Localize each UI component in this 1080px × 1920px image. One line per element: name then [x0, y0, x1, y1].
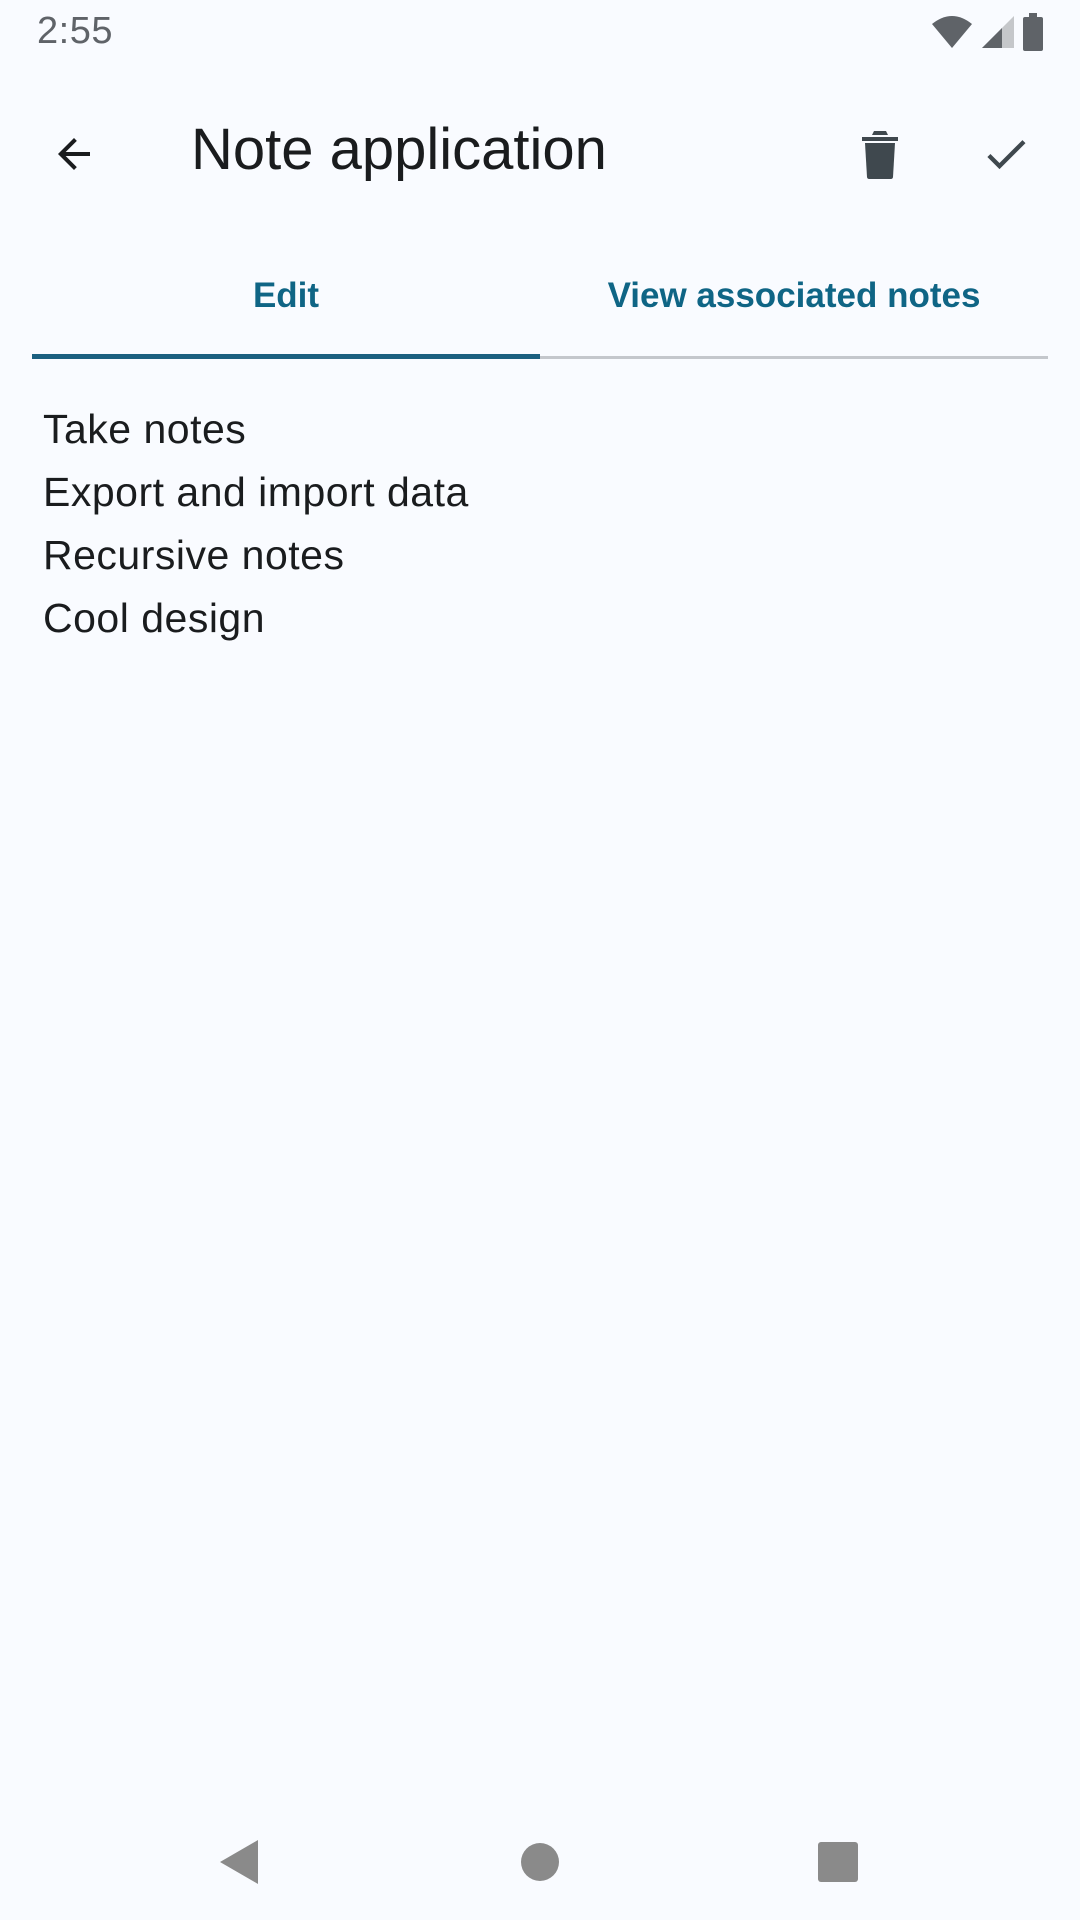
delete-button[interactable]: [836, 110, 924, 198]
nav-home-button[interactable]: [490, 1812, 590, 1912]
wifi-icon: [932, 16, 972, 48]
note-line: Take notes: [43, 406, 247, 452]
arrow-back-icon: [58, 138, 90, 170]
note-text-area[interactable]: Take notes Export and import data Recurs…: [43, 398, 1043, 650]
nav-back-icon: [220, 1840, 258, 1884]
note-line: Cool design: [43, 595, 266, 641]
status-icons: [930, 12, 1044, 52]
page-title: Note application: [191, 117, 607, 182]
app-bar: Note application: [0, 80, 1080, 220]
tab-view-associated-notes[interactable]: View associated notes: [540, 236, 1048, 356]
status-bar: 2:55: [0, 0, 1080, 66]
screen: 2:55 Note application Edit View associat…: [0, 0, 1080, 1920]
check-icon: [987, 140, 1026, 170]
tab-bar: Edit View associated notes: [32, 236, 1048, 359]
nav-home-icon: [521, 1843, 559, 1881]
nav-back-button[interactable]: [190, 1812, 290, 1912]
note-line: Recursive notes: [43, 532, 345, 578]
cell-signal-icon: [982, 16, 1014, 48]
status-time: 2:55: [37, 10, 113, 52]
tab-edit[interactable]: Edit: [32, 236, 540, 359]
delete-icon: [862, 131, 898, 179]
nav-recents-icon: [818, 1842, 858, 1882]
note-line: Export and import data: [43, 469, 469, 515]
system-nav-bar: [0, 1800, 1080, 1920]
battery-icon: [1023, 13, 1043, 51]
nav-recents-button[interactable]: [788, 1812, 888, 1912]
confirm-button[interactable]: [962, 110, 1050, 198]
back-button[interactable]: [30, 110, 118, 198]
